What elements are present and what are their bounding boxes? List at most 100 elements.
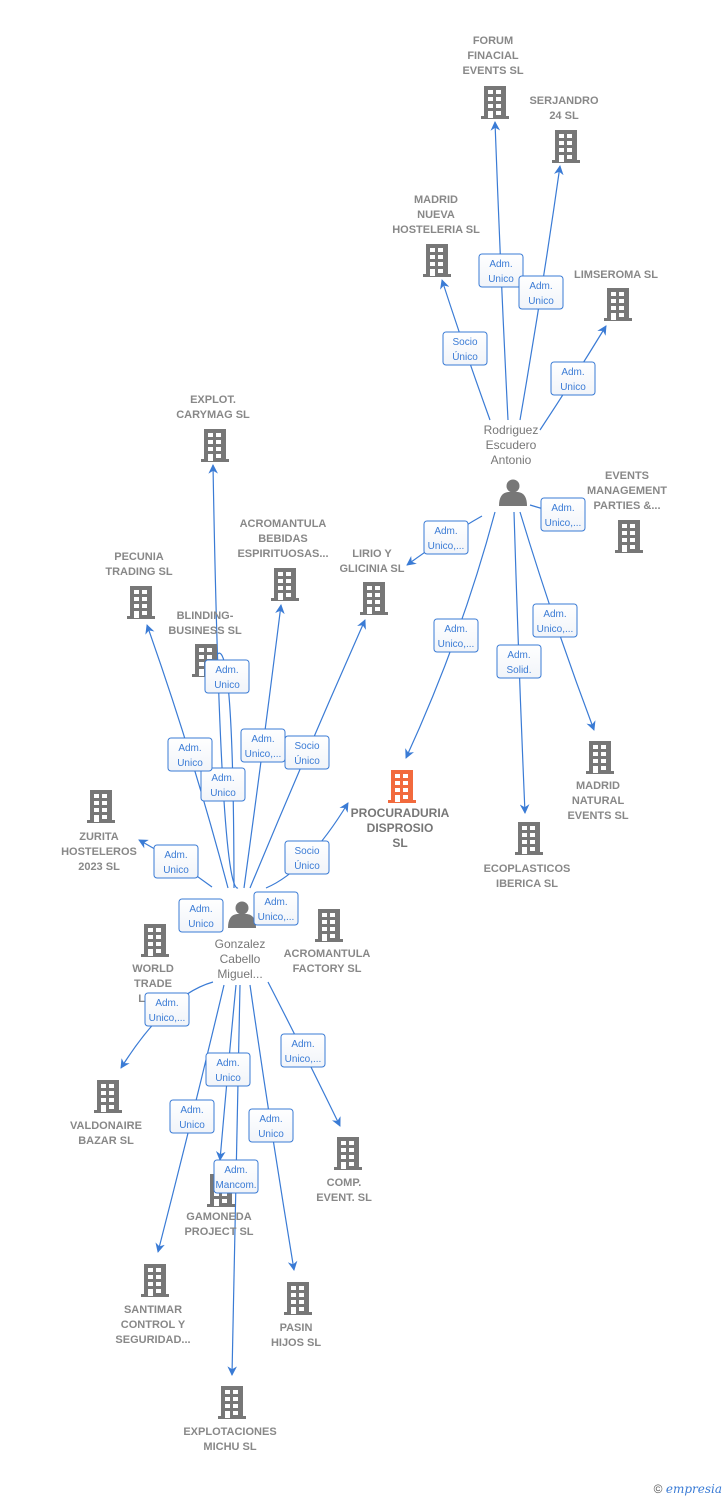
building-icon [271,568,299,601]
edge-label-e18[interactable]: Adm. Unico,... [253,891,299,926]
edge-label-e12[interactable]: Adm. Unico [204,659,250,694]
edge-label-text: Adm. [216,1058,239,1069]
edge-label-text: Único [452,350,478,363]
node-label: LIRIO Y [352,548,392,560]
copyright-symbol: © [653,1482,663,1496]
node-rodriguez[interactable]: RodriguezEscuderoAntonio [484,423,539,506]
edge-label-text: Unico [528,296,554,307]
edge-label-text: Unico [210,788,236,799]
building-icon [201,429,229,462]
node-santimar[interactable]: SANTIMAR CONTROL Y SEGURIDAD... [115,1264,191,1346]
building-icon [515,822,543,855]
edge-label-text: Unico,... [545,518,582,529]
node-label: BLINDING- [177,610,234,622]
node-label: BAZAR SL [78,1135,134,1147]
edge-label-text: Unico [214,680,240,691]
edge-label-text: Adm. [291,1039,314,1050]
edge-label-text: Adm. [259,1114,282,1125]
edge-label-e13[interactable]: Adm. Unico,... [240,728,286,763]
edge-label-text: Adm. [224,1165,247,1176]
edge-label-text: Adm. [180,1105,203,1116]
edge-label-text: Unico [258,1129,284,1140]
node-forum[interactable]: FORUM FINACIAL EVENTS SL [462,35,524,119]
edge-label-text: Socio [294,741,319,752]
building-icon [87,790,115,823]
building-icon [94,1080,122,1113]
edge-label-e21[interactable]: Adm. Unico [205,1052,251,1087]
building-icon [604,288,632,321]
edge-label-e15[interactable]: Adm. Unico [153,844,199,879]
edge-label-e23[interactable]: Adm. Unico [248,1108,294,1143]
node-label: FINACIAL [467,50,519,62]
building-icon [423,244,451,277]
edge-label-e10[interactable]: Adm. Unico [200,767,246,802]
node-label: Gonzalez [215,937,266,951]
edge-label-e14[interactable]: Socio Único [284,735,330,770]
node-label: DISPROSIO [367,821,434,835]
node-pecunia[interactable]: PECUNIA TRADING SL [105,551,173,619]
edge-label-text: Adm. [215,665,238,676]
node-label: PECUNIA [114,551,164,563]
node-pasin[interactable]: PASIN HIJOS SL [271,1282,321,1349]
node-label: Antonio [491,453,532,467]
node-label: Escudero [486,438,537,452]
edge-label-text: Único [294,859,320,872]
node-limseroma[interactable]: LIMSEROMA SL [574,269,658,321]
node-procuraduria[interactable]: PROCURADURIADISPROSIOSL [351,770,450,850]
building-icon [141,1264,169,1297]
node-lirio[interactable]: LIRIO Y GLICINIA SL [340,548,405,615]
node-label: GAMONEDA [186,1211,251,1223]
node-madrid_nueva[interactable]: MADRID NUEVA HOSTELERIA SL [392,194,480,277]
node-michu[interactable]: EXPLOTACIONES MICHU SL [183,1386,277,1453]
edge-label-e6[interactable]: Adm. Unico,... [540,497,586,532]
node-madrid_natural[interactable]: MADRID NATURAL EVENTS SL [567,741,629,822]
node-explot_carymag[interactable]: EXPLOT. CARYMAG SL [176,394,250,462]
edge-label-e4[interactable]: Adm. Unico [550,361,596,396]
edge-label-text: Único [294,754,320,767]
edge-label-text: Unico,... [258,912,295,923]
edge-label-e24[interactable]: Adm. Mancom. [213,1159,259,1194]
edge-label-text: Adm. [178,743,201,754]
edge-label-text: Adm. [189,904,212,915]
edge-label-text: Adm. [164,850,187,861]
node-label: SL [392,836,407,850]
node-zurita[interactable]: ZURITA HOSTELEROS 2023 SL [61,790,137,873]
node-label: SANTIMAR [124,1304,182,1316]
node-comp_event[interactable]: COMP. EVENT. SL [316,1137,372,1204]
edge-label-e11[interactable]: Adm. Unico [167,737,213,772]
edge-label-e8[interactable]: Adm. Solid. [496,644,542,679]
footer-brand[interactable]: © empresia [654,1482,722,1496]
node-label: 24 SL [549,110,579,122]
edge-label-e2[interactable]: Adm. Unico [518,275,564,310]
edge-label-text: Adm. [444,624,467,635]
edge-label-e3[interactable]: Socio Único [442,331,488,366]
node-ecoplasticos[interactable]: ECOPLASTICOS IBERICA SL [484,822,571,890]
building-icon [586,741,614,774]
node-label: HIJOS SL [271,1337,321,1349]
edge-label-e1[interactable]: Adm. Unico [478,253,524,288]
edge-label-e22[interactable]: Adm. Unico [169,1099,215,1134]
node-acromantula_bebidas[interactable]: ACROMANTULA BEBIDAS ESPIRITUOSAS... [237,518,329,601]
edge-label-e17[interactable]: Adm. Unico [178,898,224,933]
edge-label-e9[interactable]: Adm. Unico,... [532,603,578,638]
edge-label-text: Unico,... [149,1013,186,1024]
node-label: LIMSEROMA SL [574,269,658,281]
edge-label-e5[interactable]: Adm. Unico,... [423,520,469,555]
person-icon [499,479,527,506]
node-label: MADRID [414,194,458,206]
edge-label-text: Unico [560,382,586,393]
node-label: PARTIES &... [593,500,660,512]
node-valdonaire[interactable]: VALDONAIRE BAZAR SL [70,1080,142,1147]
edge-label-text: Adm. [155,998,178,1009]
node-label: GLICINIA SL [340,563,405,575]
node-events_mgmt[interactable]: EVENTS MANAGEMENT PARTIES &... [587,470,667,553]
edge-label-text: Unico [188,919,214,930]
edge-label-text: Solid. [506,665,531,676]
node-label: FACTORY SL [293,963,362,975]
edge-label-e7[interactable]: Adm. Unico,... [433,618,479,653]
node-serjandro[interactable]: SERJANDRO 24 SL [529,95,599,163]
edge-label-e19[interactable]: Adm. Unico,... [144,992,190,1027]
edge-label-e20[interactable]: Adm. Unico,... [280,1033,326,1068]
edge-label-e16[interactable]: Socio Único [284,840,330,875]
node-label: 2023 SL [78,861,120,873]
